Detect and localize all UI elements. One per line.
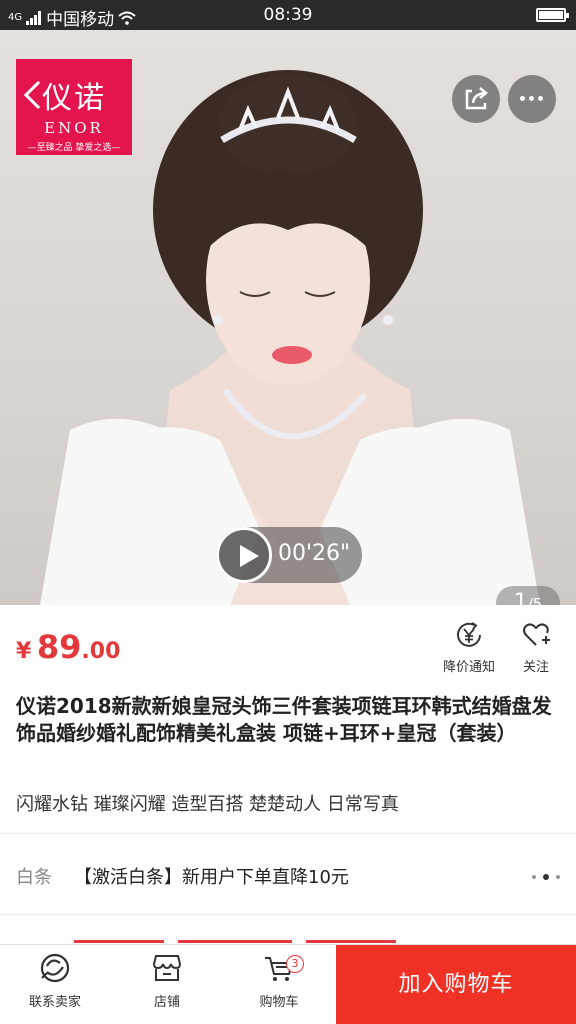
contact-seller-icon — [40, 953, 70, 983]
price-currency: ¥ — [16, 639, 32, 664]
tab-indicator — [178, 940, 292, 943]
price-notify-button[interactable]: 降价通知 — [436, 620, 502, 675]
promotion-text: 【激活白条】新用户下单直降10元 — [74, 867, 349, 888]
store-button[interactable]: 店铺 — [112, 951, 222, 1010]
video-play-button[interactable]: 00'26" — [216, 527, 362, 583]
page-indicator: 1/5 — [496, 586, 560, 605]
divider — [0, 914, 576, 915]
status-time: 08:39 — [263, 5, 313, 25]
follow-button[interactable]: 关注 — [510, 620, 562, 675]
contact-seller-label: 联系卖家 — [28, 995, 81, 1010]
divider — [0, 833, 576, 834]
product-image-gallery[interactable]: 仪诺 ENOR —至臻之品 挚爱之选— 00'26" 1/5 — [0, 30, 576, 605]
price-notify-label: 降价通知 — [442, 660, 495, 675]
product-price: ¥ 89.00 — [16, 628, 120, 666]
current-page: 1 — [513, 590, 528, 605]
heart-plus-icon — [523, 623, 550, 646]
add-to-cart-button[interactable]: 加入购物车 — [336, 945, 576, 1024]
promotion-label: 白条 — [16, 867, 52, 888]
store-icon — [152, 955, 182, 981]
product-subtitle: 闪耀水钻 璀璨闪耀 造型百搭 楚楚动人 日常写真 — [16, 794, 399, 815]
total-pages: /5 — [527, 595, 543, 605]
video-duration: 00'26" — [278, 541, 351, 566]
store-label: 店铺 — [153, 995, 180, 1010]
cart-button[interactable]: 3 购物车 — [224, 951, 334, 1010]
bottom-action-bar: 联系卖家 店铺 3 购物车 加入购物车 — [0, 944, 576, 1024]
brand-logo-english: ENOR — [44, 119, 104, 137]
more-button[interactable] — [508, 75, 556, 123]
brand-logo-slogan: —至臻之品 挚爱之选— — [27, 143, 121, 153]
more-icon — [520, 96, 525, 101]
price-integer: 89 — [36, 628, 82, 666]
tab-indicator — [74, 940, 164, 943]
brand-logo: 仪诺 ENOR —至臻之品 挚爱之选— — [16, 59, 132, 155]
tab-indicator — [306, 940, 396, 943]
product-title: 仪诺2018新款新娘皇冠头饰三件套装项链耳环韩式结婚盘发饰品婚纱婚礼配饰精美礼盒… — [16, 694, 552, 745]
cart-count-badge: 3 — [286, 955, 304, 973]
follow-label: 关注 — [522, 660, 549, 675]
contact-seller-button[interactable]: 联系卖家 — [0, 951, 110, 1010]
play-icon — [216, 527, 272, 583]
price-decimal: .00 — [81, 639, 121, 664]
price-notify-icon — [457, 622, 481, 647]
share-icon — [465, 87, 488, 110]
status-bar: 4G 中国移动 08:39 — [0, 0, 576, 30]
share-button[interactable] — [452, 75, 500, 123]
battery-icon — [536, 8, 569, 22]
more-dots-icon[interactable] — [532, 873, 562, 881]
cart-label: 购物车 — [259, 995, 299, 1010]
